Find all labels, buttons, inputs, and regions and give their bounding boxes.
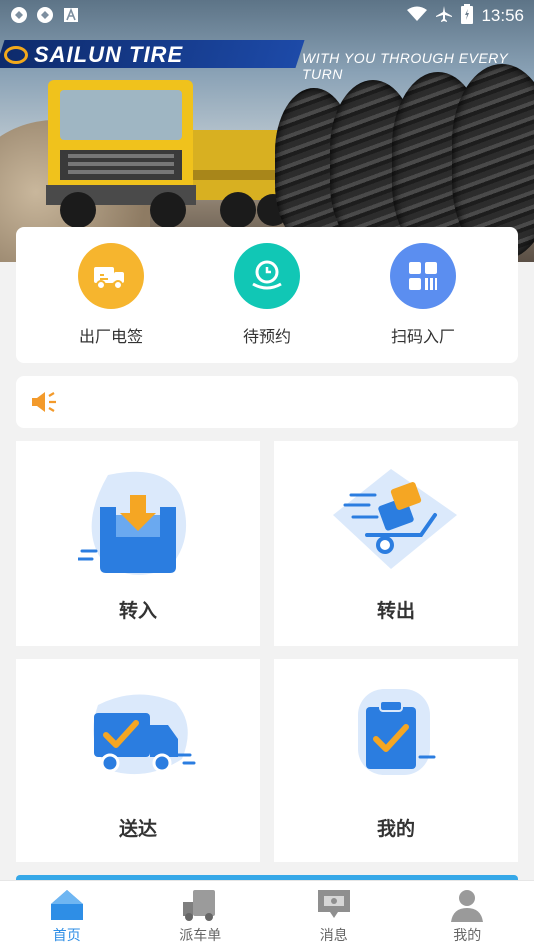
nav-dispatch-orders[interactable]: 派车单 xyxy=(134,881,268,950)
tile-label: 我的 xyxy=(376,818,415,840)
clock: 13:56 xyxy=(481,6,524,25)
user-icon xyxy=(447,887,487,923)
truck-icon xyxy=(180,887,220,923)
brand-ring-icon xyxy=(4,46,28,64)
tile-transfer-in[interactable]: 转入 xyxy=(16,441,260,646)
bottom-nav: 首页 派车单 消息 我的 xyxy=(0,880,534,950)
hero-banner: SAILUN TIRE WITH YOU THROUGH EVERY TURN xyxy=(0,0,534,262)
tile-label: 转出 xyxy=(376,600,415,622)
status-bar: 13:56 xyxy=(0,0,534,30)
quick-action-factory-sign[interactable]: 出厂电签 xyxy=(51,243,171,347)
quick-action-label: 扫码入厂 xyxy=(390,327,455,346)
inbox-download-icon xyxy=(78,471,187,575)
brand-logo: SAILUN TIRE xyxy=(4,42,183,68)
wifi-icon xyxy=(407,6,428,26)
speaker-icon xyxy=(30,390,58,418)
tile-label: 转入 xyxy=(118,600,157,622)
battery-icon xyxy=(461,4,474,28)
tile-label: 送达 xyxy=(118,818,157,840)
hand-cart-icon xyxy=(333,469,457,569)
quick-action-scan-entry[interactable]: 扫码入厂 xyxy=(363,243,483,347)
notice-bar[interactable] xyxy=(16,376,518,428)
tile-transfer-out[interactable]: 转出 xyxy=(274,441,518,646)
tile-delivered[interactable]: 送达 xyxy=(16,659,260,862)
tile-mine[interactable]: 我的 xyxy=(274,659,518,862)
text-notification-icon xyxy=(62,6,80,24)
quick-actions-card: 出厂电签 待预约 扫码入厂 xyxy=(16,227,518,363)
clock-hand-icon xyxy=(234,243,300,309)
truck-sign-icon xyxy=(78,243,144,309)
qr-scan-icon xyxy=(390,243,456,309)
brand-name: SAILUN TIRE xyxy=(34,42,184,67)
nav-messages[interactable]: 消息 xyxy=(267,881,401,950)
app-notification-icon xyxy=(10,6,28,24)
delivery-truck-icon xyxy=(93,694,196,775)
home-icon xyxy=(47,887,87,923)
nav-label: 消息 xyxy=(319,928,348,944)
truck-illustration xyxy=(46,80,288,228)
airplane-icon xyxy=(435,5,453,27)
quick-action-label: 待预约 xyxy=(242,327,291,346)
nav-label: 派车单 xyxy=(179,928,222,944)
brand-slogan: WITH YOU THROUGH EVERY TURN xyxy=(302,50,508,82)
clipboard-check-icon xyxy=(358,689,436,775)
nav-home[interactable]: 首页 xyxy=(0,881,134,950)
quick-action-pending-booking[interactable]: 待预约 xyxy=(207,243,327,347)
nav-label: 我的 xyxy=(453,928,482,944)
quick-action-label: 出厂电签 xyxy=(78,327,143,346)
nav-mine[interactable]: 我的 xyxy=(401,881,534,950)
app-notification-icon xyxy=(36,6,54,24)
message-icon xyxy=(314,887,354,923)
nav-label: 首页 xyxy=(52,928,81,944)
